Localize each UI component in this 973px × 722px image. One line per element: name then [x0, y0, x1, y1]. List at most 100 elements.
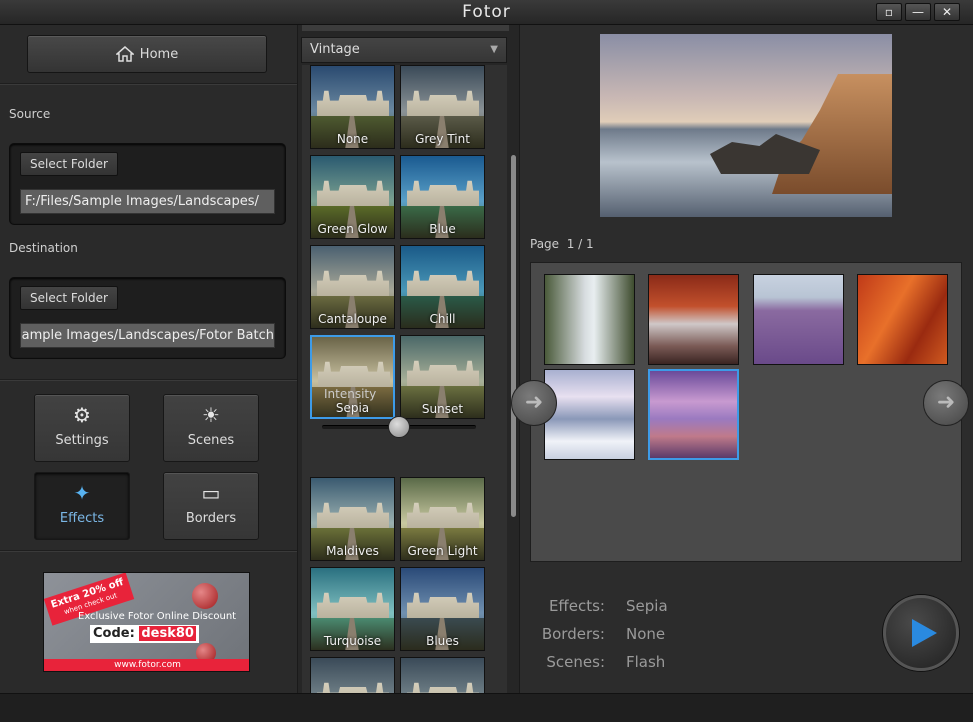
sparkle-icon: ✦	[73, 481, 91, 505]
sun-icon: ☀	[202, 403, 220, 427]
promo-code-value: desk80	[139, 626, 196, 641]
effect-thumb-green-glow[interactable]: Green Glow	[310, 155, 395, 239]
arrow-right-icon: ➜	[936, 390, 956, 415]
effect-thumb-label: Green Glow	[317, 222, 388, 236]
home-label: Home	[139, 46, 179, 62]
destination-label: Destination	[9, 241, 78, 255]
effects-panel: Vintage ▼ None Grey Tint Green Glow Blue Can…	[297, 25, 520, 693]
start-batch-button[interactable]	[883, 595, 959, 671]
gallery-thumb[interactable]	[753, 274, 844, 365]
effect-thumb-label: Blues	[426, 634, 459, 648]
settings-button[interactable]: ⚙ Settings	[34, 394, 130, 462]
effect-thumb-label: None	[336, 132, 369, 146]
status-bar	[0, 693, 973, 722]
page-indicator: Page 1 / 1	[530, 237, 594, 251]
summary-scenes-value: Flash	[626, 653, 666, 671]
image-gallery: ➜ ➜	[511, 262, 969, 562]
effect-thumb-green-light[interactable]: Green Light	[400, 477, 485, 561]
arrow-left-icon: ➜	[524, 390, 544, 415]
category-strip	[302, 25, 509, 31]
category-dropdown[interactable]: Vintage ▼	[301, 37, 507, 63]
preview-cliff	[772, 74, 892, 194]
app-title: Fotor	[462, 2, 511, 22]
chevron-down-icon: ▼	[490, 44, 498, 55]
gallery-thumb[interactable]	[544, 369, 635, 460]
home-icon	[115, 46, 134, 62]
right-panel: Page 1 / 1 ➜ ➜ Effects: Sepia Borders: N…	[511, 25, 973, 693]
close-button[interactable]: ✕	[934, 3, 960, 21]
destination-box: Select Folder F:/Files/Sample Images/Lan…	[9, 277, 286, 359]
frame-icon: ▭	[201, 481, 221, 505]
effect-thumb-none[interactable]: None	[310, 65, 395, 149]
effect-thumb[interactable]	[310, 657, 395, 693]
effect-thumb-sunset[interactable]: Sunset	[400, 335, 485, 419]
minimize-icon: —	[912, 5, 924, 19]
effect-thumb-label: Maldives	[326, 544, 379, 558]
effect-thumb-label: Sunset	[421, 402, 464, 416]
effect-thumb-label: Grey Tint	[415, 132, 470, 146]
effect-thumb-chill[interactable]: Chill	[400, 245, 485, 329]
effect-thumb-turquoise[interactable]: Turquoise	[310, 567, 395, 651]
decor-bubble	[192, 583, 218, 609]
preview-image	[600, 34, 892, 217]
divider	[0, 550, 297, 552]
summary-effects-key: Effects:	[548, 597, 605, 615]
intensity-slider-handle[interactable]	[388, 416, 410, 438]
destination-select-folder-button[interactable]: Select Folder	[20, 286, 118, 310]
effects-label: Effects	[59, 511, 105, 526]
promo-url: www.fotor.com	[44, 659, 249, 671]
effect-thumb-blue[interactable]: Blue	[400, 155, 485, 239]
effect-thumb[interactable]	[400, 657, 485, 693]
page-label: Page	[530, 237, 560, 251]
destination-path-field[interactable]: F:/Files/Sample Images/Landscapes/Fotor …	[20, 323, 275, 348]
effect-thumb-blues[interactable]: Blues	[400, 567, 485, 651]
effects-button[interactable]: ✦ Effects	[34, 472, 130, 540]
effect-list: None Grey Tint Green Glow Blue Cantaloupe Chi…	[302, 65, 507, 693]
borders-label: Borders	[185, 511, 237, 526]
effect-thumb-label: Cantaloupe	[318, 312, 387, 326]
category-label: Vintage	[310, 42, 360, 57]
source-path-field[interactable]: F:/Files/Sample Images/Landscapes/	[20, 189, 275, 214]
summary-effects-value: Sepia	[626, 597, 668, 615]
effect-thumb-label: Sepia	[335, 401, 370, 415]
gallery-prev-button[interactable]: ➜	[511, 380, 557, 426]
scenes-label: Scenes	[187, 433, 235, 448]
gallery-next-button[interactable]: ➜	[923, 380, 969, 426]
restore-icon: ▫	[884, 5, 894, 19]
gallery-thumb[interactable]	[857, 274, 948, 365]
divider	[0, 83, 297, 85]
borders-button[interactable]: ▭ Borders	[163, 472, 259, 540]
promo-banner[interactable]: Extra 20% off when check out Exclusive F…	[43, 572, 250, 672]
effect-thumb-grey-tint[interactable]: Grey Tint	[400, 65, 485, 149]
scenes-button[interactable]: ☀ Scenes	[163, 394, 259, 462]
effect-thumb-label: Chill	[429, 312, 456, 326]
home-button[interactable]: Home	[27, 35, 267, 73]
page-total: 1	[586, 237, 594, 251]
restore-button[interactable]: ▫	[876, 3, 902, 21]
page-current: 1	[566, 237, 575, 251]
gallery-thumb[interactable]	[648, 274, 739, 365]
source-label: Source	[9, 107, 51, 121]
destination-path-text: F:/Files/Sample Images/Landscapes/Fotor …	[21, 328, 274, 343]
effect-thumb-label: Turquoise	[323, 634, 382, 648]
promo-line: Exclusive Fotor Online Discount	[78, 611, 237, 622]
gallery-thumb-selected[interactable]	[648, 369, 739, 460]
effect-thumb-cantaloupe[interactable]: Cantaloupe	[310, 245, 395, 329]
source-select-folder-button[interactable]: Select Folder	[20, 152, 118, 176]
gallery-thumb[interactable]	[544, 274, 635, 365]
intensity-label: Intensity	[324, 387, 377, 401]
source-box: Select Folder F:/Files/Sample Images/Lan…	[9, 143, 286, 225]
effect-thumb-maldives[interactable]: Maldives	[310, 477, 395, 561]
promo-code: Code: desk80	[90, 625, 199, 643]
page-separator: /	[578, 237, 583, 251]
effect-thumb-sepia[interactable]: Sepia	[310, 335, 395, 419]
minimize-button[interactable]: —	[905, 3, 931, 21]
title-bar: Fotor ▫ — ✕	[0, 0, 973, 25]
gear-icon: ⚙	[73, 403, 91, 427]
divider	[0, 379, 297, 381]
settings-label: Settings	[55, 433, 109, 448]
summary-borders-value: None	[626, 625, 666, 643]
left-panel: Home Source Select Folder F:/Files/Sampl…	[0, 25, 297, 693]
summary-scenes-key: Scenes:	[546, 653, 605, 671]
effects-scrollbar[interactable]	[511, 155, 516, 517]
